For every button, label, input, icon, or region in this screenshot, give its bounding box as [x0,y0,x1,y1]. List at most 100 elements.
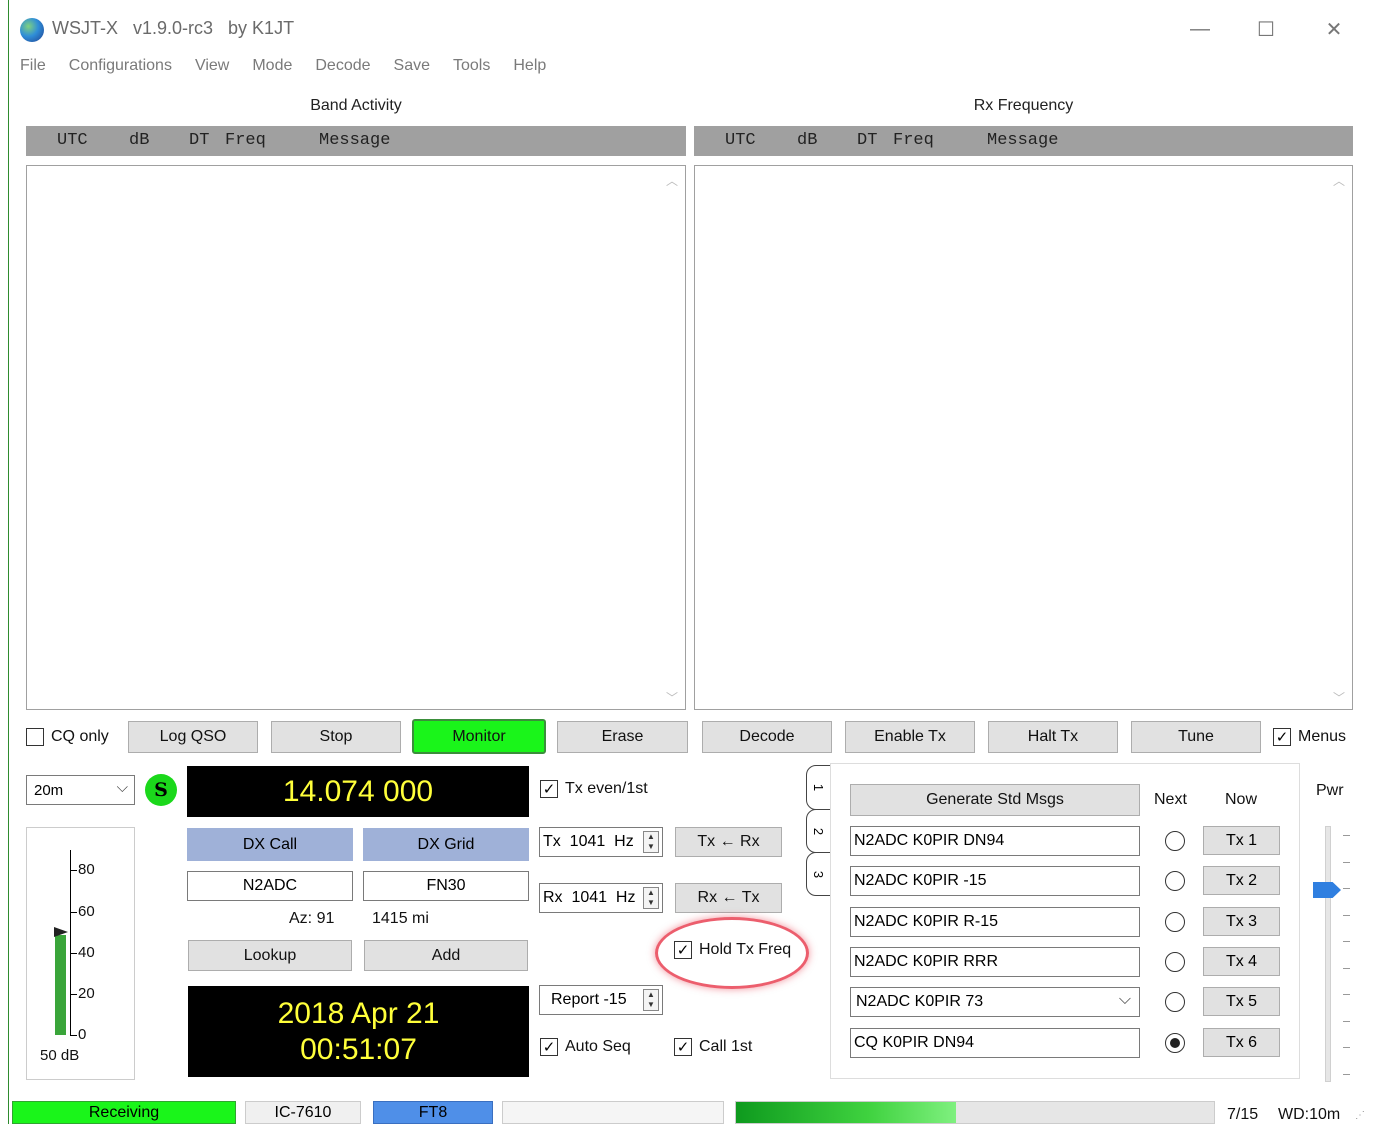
scroll-up-icon[interactable]: ︿ [1332,172,1346,188]
time-text: 00:51:07 [300,1032,417,1066]
cq-only-checkbox[interactable] [26,728,44,746]
power-label: Pwr [1316,782,1344,799]
report-spinbox[interactable]: Report -15 ▲ ▼ [539,985,663,1015]
period-readout: 7/15 [1227,1106,1259,1123]
menu-bar: File Configurations View Mode Decode Sav… [20,57,569,75]
menus-checkbox[interactable]: ✓ [1273,728,1291,746]
tx-frequency-spinbox[interactable]: Tx 1041 Hz ▲ ▼ [539,827,663,857]
tab-2[interactable]: 2 [806,809,832,853]
band-value: 20m [34,782,64,799]
tune-button[interactable]: Tune [1131,721,1261,753]
lookup-button[interactable]: Lookup [188,940,352,971]
spin-arrows-icon[interactable]: ▲ ▼ [643,887,659,909]
power-tick [1343,994,1350,995]
col-utc: UTC [57,131,88,150]
band-activity-title: Band Activity [310,97,402,114]
tx-even-checkbox[interactable]: ✓ [540,780,558,798]
rx-frequency-list[interactable]: ︿ ﹀ [694,165,1353,710]
spin-arrows-icon[interactable]: ▲ ▼ [643,831,659,853]
next-radio-5[interactable] [1165,992,1185,1012]
next-radio-6[interactable] [1165,1033,1185,1053]
menu-save[interactable]: Save [394,57,430,75]
meter-label-80: 80 [78,861,95,878]
add-button[interactable]: Add [364,940,528,971]
band-select[interactable]: 20m ⌵ [26,775,135,805]
next-radio-2[interactable] [1165,871,1185,891]
meter-tick [70,994,77,995]
generate-std-msgs-button[interactable]: Generate Std Msgs [850,784,1140,816]
tx-message-input-6[interactable]: CQ K0PIR DN94 [850,1028,1140,1058]
rx-from-tx-button[interactable]: Rx ← Tx [675,883,782,913]
menu-configurations[interactable]: Configurations [69,57,172,75]
tx2-now-button[interactable]: Tx 2 [1203,866,1280,895]
resize-grip-icon[interactable]: ⋰ [1355,1110,1365,1121]
meter-tick [70,1035,77,1036]
monitor-button[interactable]: Monitor [412,719,546,754]
menu-decode[interactable]: Decode [315,57,370,75]
tx-frequency-value: Tx 1041 Hz [543,833,634,850]
tx-from-rx-button[interactable]: Tx ← Rx [675,827,782,857]
settings-s-badge[interactable]: S [145,774,177,806]
tx-message-input-3[interactable]: N2ADC K0PIR R-15 [850,907,1140,937]
close-button[interactable]: ✕ [1314,14,1354,44]
chevron-down-icon[interactable]: ⌵ [1119,991,1131,1009]
menu-file[interactable]: File [20,57,46,75]
menu-mode[interactable]: Mode [252,57,292,75]
erase-button[interactable]: Erase [557,721,688,753]
distance-readout: 1415 mi [372,910,429,927]
status-message [502,1101,724,1124]
tx4-now-button[interactable]: Tx 4 [1203,947,1280,976]
stop-button[interactable]: Stop [271,721,401,753]
halt-tx-button[interactable]: Halt Tx [988,721,1118,753]
menus-label: Menus [1298,728,1347,745]
menu-tools[interactable]: Tools [453,57,490,75]
tx1-now-button[interactable]: Tx 1 [1203,826,1280,855]
tab-3[interactable]: 3 [806,852,832,896]
call-1st-checkbox[interactable]: ✓ [674,1038,692,1056]
app-globe-icon [20,18,44,42]
auto-seq-label: Auto Seq [565,1038,631,1055]
next-radio-4[interactable] [1165,952,1185,972]
receiving-status: Receiving [12,1101,236,1124]
minimize-button[interactable]: — [1180,14,1220,44]
call-1st-label: Call 1st [699,1038,753,1055]
tx-message-input-2[interactable]: N2ADC K0PIR -15 [850,866,1140,896]
band-activity-list[interactable]: ︿ ﹀ [26,165,686,710]
menu-view[interactable]: View [195,57,229,75]
rx-frequency-header: UTC dB DT Freq Message [694,126,1353,156]
dx-call-input[interactable]: N2ADC [187,871,353,901]
auto-seq-checkbox[interactable]: ✓ [540,1038,558,1056]
tx3-now-button[interactable]: Tx 3 [1203,907,1280,936]
rx-frequency-spinbox[interactable]: Rx 1041 Hz ▲ ▼ [539,883,663,913]
tab-2-label: 2 [811,827,827,835]
power-slider-track[interactable] [1325,826,1331,1082]
dx-grid-input[interactable]: FN30 [363,871,529,901]
rx-frequency-value: Rx 1041 Hz [543,889,636,906]
mode-status: FT8 [373,1101,493,1124]
tx-message-input-1[interactable]: N2ADC K0PIR DN94 [850,826,1140,856]
col-dt: DT [857,131,878,150]
tx-message-input-4[interactable]: N2ADC K0PIR RRR [850,947,1140,977]
enable-tx-button[interactable]: Enable Tx [845,721,975,753]
tx5-now-button[interactable]: Tx 5 [1203,987,1280,1016]
decode-button[interactable]: Decode [702,721,832,753]
maximize-button[interactable]: ☐ [1246,14,1286,44]
tx6-now-button[interactable]: Tx 6 [1203,1028,1280,1057]
spin-arrows-icon[interactable]: ▲ ▼ [643,989,659,1011]
next-radio-1[interactable] [1165,831,1185,851]
scroll-up-icon[interactable]: ︿ [665,172,679,188]
next-header: Next [1154,791,1187,808]
menu-help[interactable]: Help [513,57,546,75]
next-radio-3[interactable] [1165,912,1185,932]
tab-1[interactable]: 1 [806,765,832,810]
tx-message-input-5[interactable]: N2ADC K0PIR 73 ⌵ [850,987,1140,1017]
window-border [8,0,9,1124]
scroll-down-icon[interactable]: ﹀ [1332,689,1346,705]
power-slider-handle[interactable] [1313,882,1341,898]
log-qso-button[interactable]: Log QSO [128,721,258,753]
scroll-down-icon[interactable]: ﹀ [665,689,679,705]
meter-label-20: 20 [78,985,95,1002]
power-tick [1343,861,1350,863]
col-utc: UTC [725,131,756,150]
hold-tx-freq-checkbox[interactable]: ✓ [674,941,692,959]
